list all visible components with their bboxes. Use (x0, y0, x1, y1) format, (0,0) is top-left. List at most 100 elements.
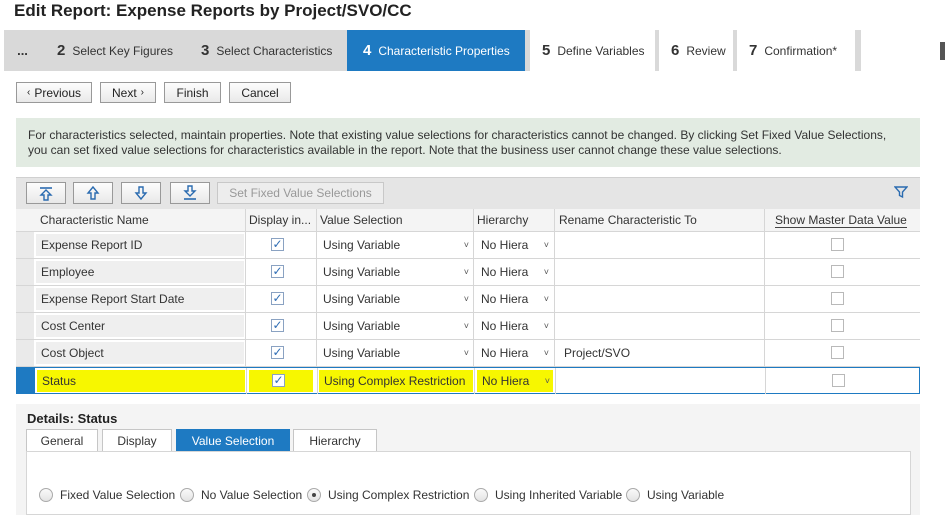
tab-value-selection[interactable]: Value Selection (176, 429, 290, 452)
chevron-down-icon: ˅ (463, 321, 469, 331)
row-selector[interactable] (16, 232, 34, 258)
hierarchy-dropdown[interactable]: No Hiera ˅ (476, 288, 552, 310)
tab-hierarchy[interactable]: Hierarchy (293, 429, 377, 452)
table-row[interactable]: Cost Object ✓ Using Variable ˅ No Hiera ˅ … (16, 340, 920, 367)
header-display[interactable]: Display in... (249, 213, 311, 227)
table-toolbar: Set Fixed Value Selections (16, 177, 920, 209)
hierarchy-dropdown[interactable]: No Hiera ˅ (477, 370, 553, 392)
value-selection-dropdown[interactable]: Using Variable ˅ (318, 288, 472, 310)
show-master-data-checkbox[interactable] (832, 374, 845, 387)
radio-fixed-value-selection[interactable]: Fixed Value Selection (39, 488, 175, 502)
move-top-icon (39, 187, 53, 201)
chevron-right-icon: › (140, 87, 145, 98)
value-selection-dropdown[interactable]: Using Variable ˅ (318, 342, 472, 364)
header-characteristic-name[interactable]: Characteristic Name (40, 213, 149, 227)
hierarchy-dropdown[interactable]: No Hiera ˅ (476, 261, 552, 283)
hierarchy-dropdown[interactable]: No Hiera ˅ (476, 234, 552, 256)
rename-input[interactable] (558, 261, 762, 283)
show-master-data-checkbox[interactable] (831, 265, 844, 278)
value-selection-text: Using Variable (323, 238, 401, 252)
move-down-icon (134, 186, 148, 201)
filter-icon[interactable] (893, 185, 909, 202)
table-row[interactable]: Expense Report ID ✓ Using Variable ˅ No H… (16, 232, 920, 259)
value-selection-text: Using Variable (323, 265, 401, 279)
wizard-step-7[interactable]: 7 Confirmation* (737, 30, 855, 71)
header-show-master-data[interactable]: Show Master Data Value (775, 213, 907, 228)
display-checkbox[interactable]: ✓ (271, 292, 284, 305)
header-value-selection[interactable]: Value Selection (320, 213, 403, 227)
header-hierarchy[interactable]: Hierarchy (477, 213, 528, 227)
radio-using-complex-restriction[interactable]: Using Complex Restriction (307, 488, 469, 502)
show-master-data-checkbox[interactable] (831, 238, 844, 251)
chevron-down-icon: ˅ (543, 267, 549, 277)
row-selector[interactable] (16, 286, 34, 312)
rename-input[interactable] (558, 288, 762, 310)
show-master-data-checkbox[interactable] (831, 292, 844, 305)
tab-general[interactable]: General (26, 429, 98, 452)
show-master-data-checkbox[interactable] (831, 319, 844, 332)
next-button[interactable]: Next › (100, 82, 156, 103)
show-master-data-checkbox[interactable] (831, 346, 844, 359)
row-selector[interactable] (16, 313, 34, 339)
step-label: Review (686, 43, 726, 58)
table-row[interactable]: Expense Report Start Date ✓ Using Variab… (16, 286, 920, 313)
value-selection-dropdown[interactable]: Using Variable ˅ (318, 261, 472, 283)
chevron-down-icon: ˅ (463, 348, 469, 358)
radio-using-variable[interactable]: Using Variable (626, 488, 724, 502)
characteristic-name: Expense Report Start Date (36, 288, 244, 310)
table-row-selected[interactable]: Status ✓ Using Complex Restriction No Hi… (16, 367, 920, 394)
scroll-indicator[interactable] (938, 32, 945, 72)
characteristic-name: Employee (36, 261, 244, 283)
hierarchy-dropdown[interactable]: No Hiera ˅ (476, 315, 552, 337)
radio-using-inherited-variable[interactable]: Using Inherited Variable (474, 488, 622, 502)
row-selector[interactable] (16, 259, 34, 285)
value-selection-dropdown[interactable]: Using Variable ˅ (318, 315, 472, 337)
table-row[interactable]: Employee ✓ Using Variable ˅ No Hiera ˅ (16, 259, 920, 286)
display-checkbox[interactable]: ✓ (272, 374, 285, 387)
wizard-step-5[interactable]: 5 Define Variables (530, 30, 655, 71)
radio-no-value-selection[interactable]: No Value Selection (180, 488, 302, 502)
wizard-step-4[interactable]: 4 Characteristic Properties (347, 30, 525, 71)
value-selection-dropdown[interactable]: Using Complex Restriction (319, 370, 473, 392)
rename-input[interactable] (558, 234, 762, 256)
move-to-bottom-button[interactable] (170, 182, 210, 204)
value-selection-text: Using Complex Restriction (324, 374, 466, 388)
wizard-step-2[interactable]: 2 Select Key Figures (47, 30, 185, 71)
characteristic-name: Cost Object (36, 342, 244, 364)
finish-button[interactable]: Finish (164, 82, 221, 103)
cancel-button[interactable]: Cancel (229, 82, 291, 103)
info-line-1: For characteristics selected, maintain p… (28, 128, 887, 142)
step-label: Select Characteristics (216, 43, 333, 58)
display-checkbox[interactable]: ✓ (271, 346, 284, 359)
move-up-button[interactable] (73, 182, 113, 204)
display-checkbox[interactable]: ✓ (271, 319, 284, 332)
move-bottom-icon (183, 185, 197, 200)
radio-label: Using Inherited Variable (495, 488, 623, 502)
move-down-button[interactable] (121, 182, 161, 204)
value-selection-dropdown[interactable]: Using Variable ˅ (318, 234, 472, 256)
display-checkbox[interactable]: ✓ (271, 265, 284, 278)
radio-circle-selected (307, 488, 321, 502)
hierarchy-dropdown[interactable]: No Hiera ˅ (476, 342, 552, 364)
rename-input[interactable] (559, 370, 763, 392)
rename-input[interactable]: Project/SVO (558, 342, 762, 364)
chevron-down-icon: ˅ (544, 376, 550, 386)
header-rename[interactable]: Rename Characteristic To (559, 213, 697, 227)
previous-button[interactable]: ‹ Previous (16, 82, 92, 103)
radio-label: Fixed Value Selection (60, 488, 176, 502)
wizard-step-3[interactable]: 3 Select Characteristics (190, 30, 345, 71)
tab-display[interactable]: Display (102, 429, 172, 452)
row-selector[interactable] (17, 368, 35, 394)
set-fixed-value-selections-button[interactable]: Set Fixed Value Selections (217, 182, 384, 204)
details-title: Details: Status (27, 411, 118, 426)
radio-circle (180, 488, 194, 502)
display-checkbox[interactable]: ✓ (271, 238, 284, 251)
wizard-overflow[interactable]: ... (4, 30, 41, 71)
table-row[interactable]: Cost Center ✓ Using Variable ˅ No Hiera ˅ (16, 313, 920, 340)
rename-input[interactable] (558, 315, 762, 337)
radio-label: No Value Selection (201, 488, 303, 502)
row-selector[interactable] (16, 340, 34, 366)
move-to-top-button[interactable] (26, 182, 66, 204)
chevron-down-icon: ˅ (463, 240, 469, 250)
wizard-step-6[interactable]: 6 Review (659, 30, 733, 71)
